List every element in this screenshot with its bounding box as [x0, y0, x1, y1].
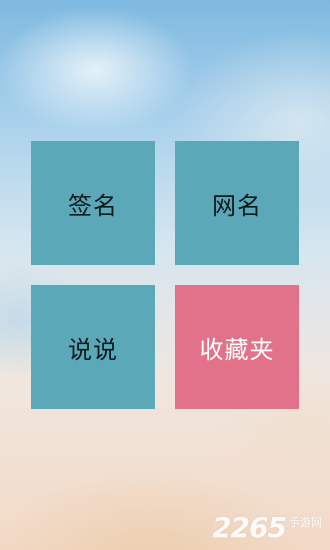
signature-tile[interactable]: 签名 [31, 141, 155, 265]
status-label: 说说 [68, 335, 118, 364]
nickname-label: 网名 [212, 191, 262, 220]
signature-label: 签名 [68, 191, 118, 220]
nickname-tile[interactable]: 网名 [175, 141, 299, 265]
blurred-background [0, 0, 330, 550]
favorites-label: 收藏夹 [199, 335, 275, 364]
favorites-tile[interactable]: 收藏夹 [175, 285, 299, 409]
site-watermark: 2265 手游网 [212, 514, 322, 542]
status-tile[interactable]: 说说 [31, 285, 155, 409]
watermark-site-name: 手游网 [289, 516, 322, 529]
watermark-number: 2265 [212, 511, 287, 544]
